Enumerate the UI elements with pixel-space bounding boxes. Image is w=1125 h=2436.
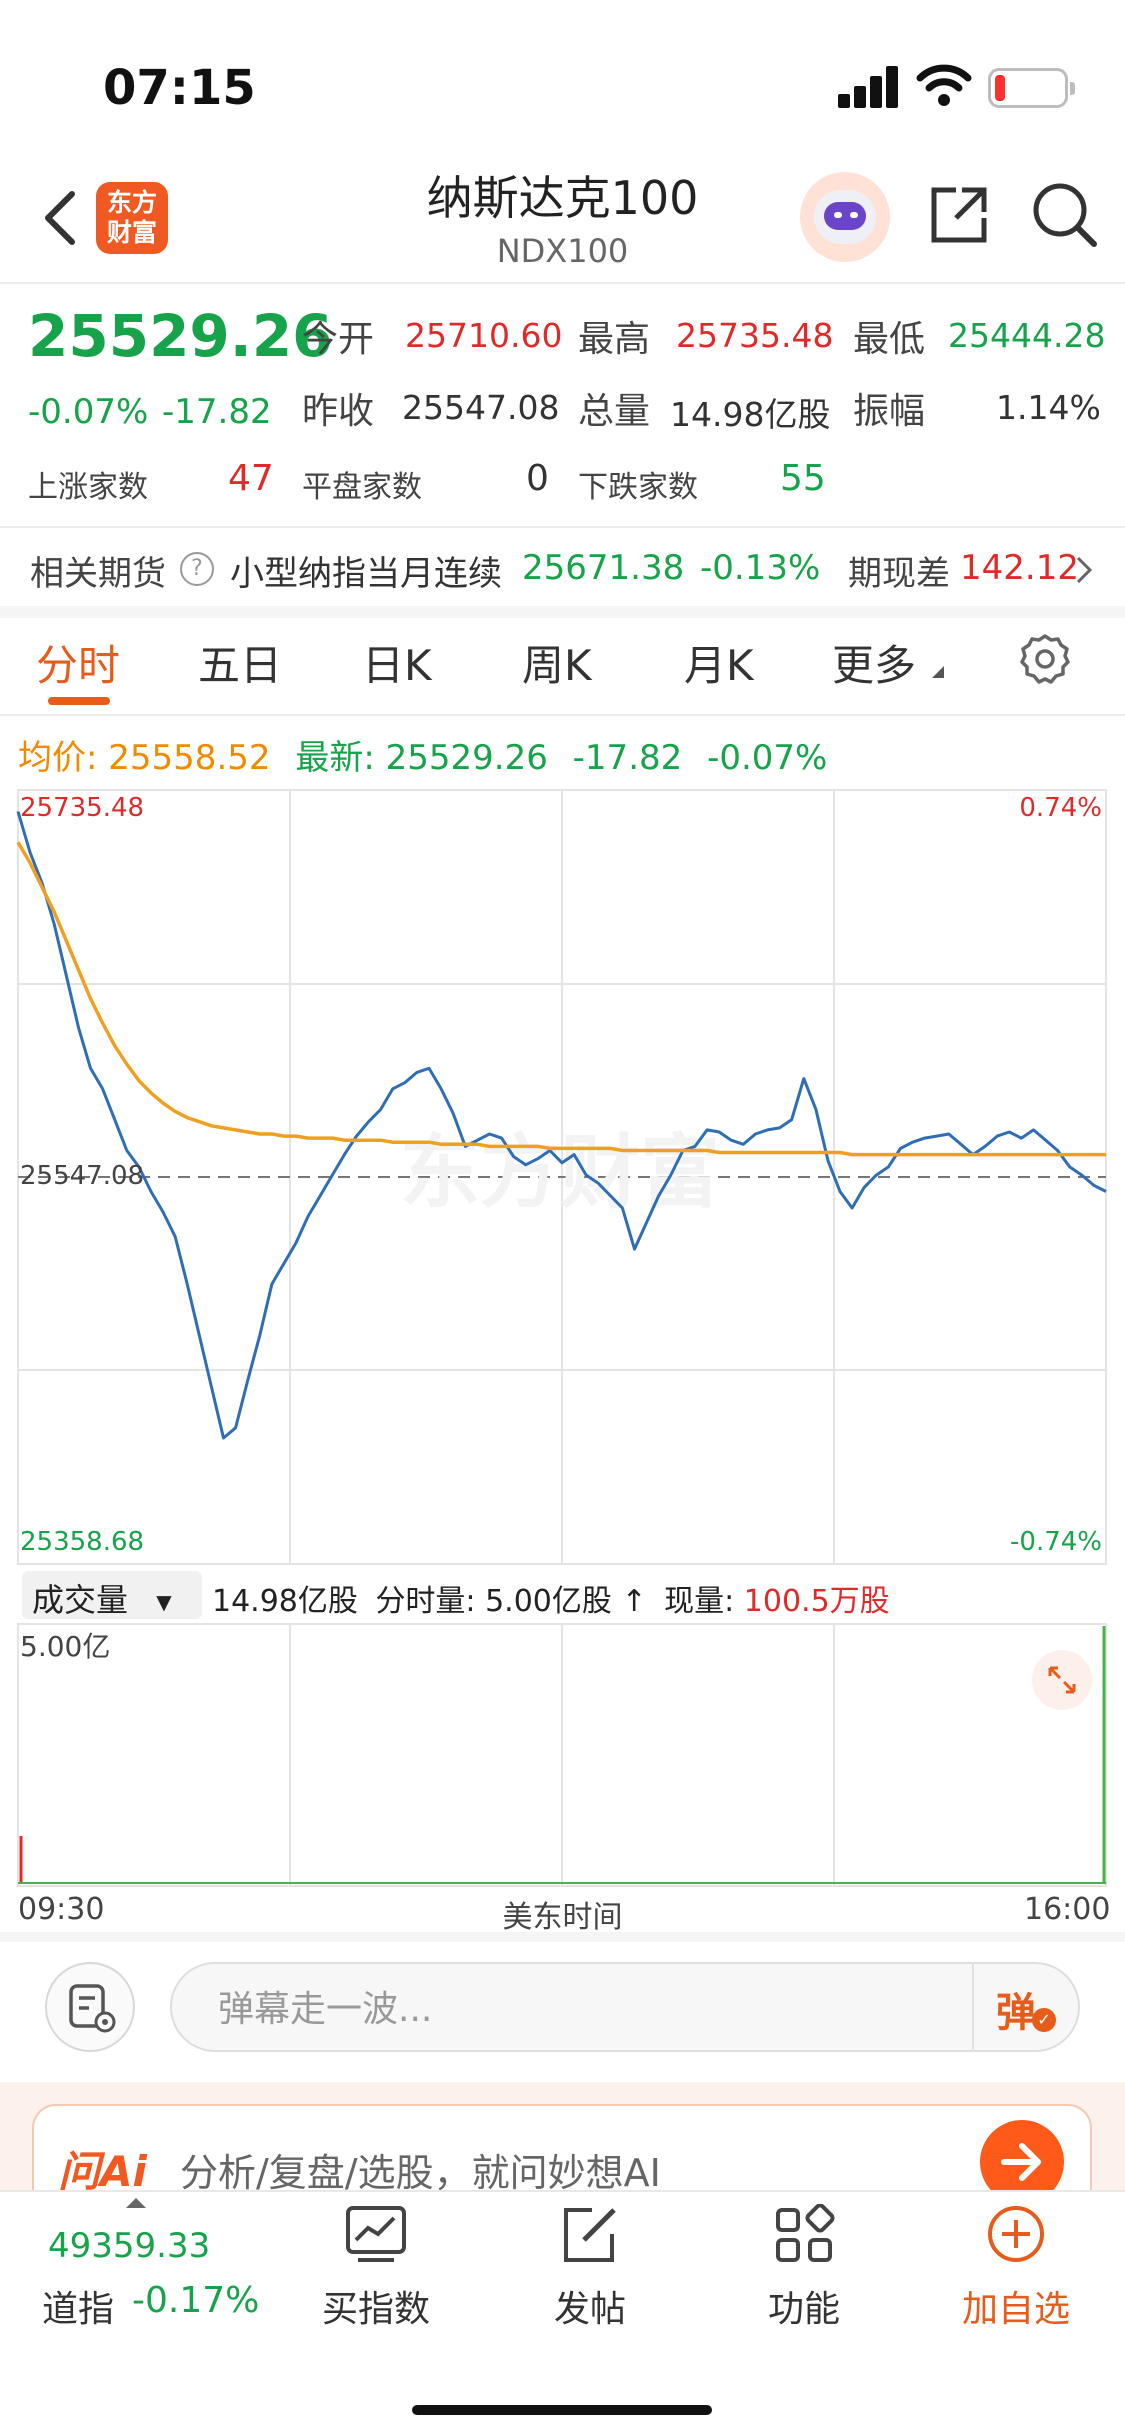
index-value: 49359.33 [48, 2226, 211, 2266]
latest-change: -17.82 [572, 738, 683, 778]
open-label: 今开 [302, 319, 375, 360]
indicator-select-label: 成交量 [32, 1581, 129, 1619]
search-icon[interactable] [1030, 180, 1100, 250]
down-count-label: 下跌家数 [578, 470, 698, 505]
y-min-label: 25358.68 [20, 1527, 144, 1557]
high-label: 最高 [578, 319, 651, 360]
comment-list-icon [69, 1984, 116, 2033]
low-value: 25444.28 [948, 316, 1106, 355]
prev-close-value: 25547.08 [402, 388, 560, 427]
up-count-label: 上涨家数 [28, 470, 148, 505]
intraday-chart[interactable]: 东方财富 25735.48 25358.68 25547.08 0.74% -0… [0, 780, 1125, 1570]
comment-list-button[interactable] [45, 1962, 135, 2052]
volume-summary: 14.98亿股 分时量: 5.00亿股 ↑ 现量: 100.5万股 [212, 1576, 890, 1620]
change-value: -17.82 [162, 392, 272, 432]
cellular-signal-icon [838, 62, 900, 108]
expand-icon[interactable] [1032, 1650, 1092, 1710]
check-badge-icon: ✓ [1032, 2008, 1056, 2032]
flat-count: 0 [526, 458, 549, 499]
latest-change-pct: -0.07% [707, 738, 828, 778]
amplitude-value: 1.14% [996, 388, 1101, 427]
nav-add-watchlist-label: 加自选 [961, 2289, 1070, 2330]
arrow-right-icon [1001, 2143, 1041, 2181]
latest-value: 25529.26 [385, 738, 548, 778]
volume-value: 14.98亿股 [670, 395, 831, 434]
futures-change-pct: -0.13% [700, 548, 821, 588]
x-axis-label: 美东时间 [502, 1900, 623, 1935]
prev-close-label: 昨收 [302, 391, 375, 432]
tab-intraday[interactable]: 分时 [36, 632, 120, 693]
grid-apps-icon [776, 2203, 835, 2262]
current-volume: 100.5万股 [743, 1584, 890, 1619]
index-change: -0.17% [132, 2280, 260, 2321]
tab-more[interactable]: 更多 [832, 632, 916, 693]
change-pct: -0.07% [28, 392, 149, 432]
caret-up-icon [126, 2198, 146, 2208]
avg-label: 均价: [18, 738, 98, 778]
ai-prompt-text: 分析/复盘/选股，就问妙想AI [180, 2151, 661, 2195]
assistant-avatar-icon[interactable] [800, 172, 890, 262]
futures-name: 小型纳指当月连续 [230, 554, 502, 594]
volume-label: 总量 [578, 391, 651, 432]
danmu-button-label: 弹 [996, 1990, 1036, 2036]
arrow-up-icon: ↑ [621, 1584, 647, 1619]
minute-volume: 5.00亿股 [485, 1584, 612, 1619]
basis-label: 期现差 [848, 554, 950, 594]
volume-grid [17, 1623, 1107, 1887]
info-icon[interactable]: ? [180, 552, 214, 586]
tab-five-day[interactable]: 五日 [198, 632, 282, 693]
share-icon[interactable] [926, 182, 992, 248]
latest-label: 最新: [295, 738, 375, 778]
tab-monthly-k[interactable]: 月K [684, 632, 754, 693]
x-end-label: 16:00 [1024, 1892, 1111, 1927]
indicator-select[interactable]: 成交量 ▼ [22, 1571, 202, 1619]
futures-price: 25671.38 [522, 548, 685, 588]
current-price: 25529.26 [28, 302, 333, 370]
avg-value: 25558.52 [108, 738, 271, 778]
low-label: 最低 [853, 319, 926, 360]
nav-functions-label: 功能 [767, 2289, 840, 2330]
futures-row[interactable]: 相关期货 ? 小型纳指当月连续 25671.38 -0.13% 期现差 142.… [0, 540, 1125, 600]
pct-bottom-label: -0.74% [1010, 1527, 1102, 1557]
chart-summary: 均价: 25558.52 最新: 25529.26 -17.82 -0.07% [18, 730, 827, 779]
danmu-input-placeholder: 弹幕走一波... [218, 1989, 433, 2030]
open-value: 25710.60 [405, 316, 563, 355]
add-circle-icon [988, 2206, 1044, 2262]
tab-underline [48, 697, 110, 705]
edit-icon [564, 2208, 616, 2262]
nav-post-label: 发帖 [553, 2289, 626, 2330]
index-ticker[interactable]: 49359.33 道指 -0.17% [28, 2196, 288, 2346]
caret-down-icon [932, 666, 944, 678]
trend-chart-icon [346, 2206, 406, 2262]
chevron-right-icon [1076, 556, 1093, 584]
index-name: 道指 [42, 2289, 115, 2330]
caret-down-icon: ▼ [156, 1590, 172, 1614]
status-time: 07:15 [103, 60, 256, 116]
pct-top-label: 0.74% [1019, 793, 1102, 823]
volume-total: 14.98亿股 [212, 1584, 358, 1619]
down-count: 55 [780, 458, 826, 499]
high-value: 25735.48 [676, 316, 834, 355]
home-indicator [412, 2405, 712, 2415]
battery-icon [988, 68, 1075, 108]
volume-chart[interactable]: 5.00亿 [0, 1622, 1125, 1892]
minute-volume-label: 分时量: [375, 1584, 476, 1619]
settings-icon[interactable] [1018, 632, 1072, 686]
amplitude-label: 振幅 [853, 391, 926, 432]
tab-daily-k[interactable]: 日K [362, 632, 432, 693]
wifi-icon [916, 64, 972, 106]
nav-buy-index-label: 买指数 [321, 2289, 430, 2330]
tab-weekly-k[interactable]: 周K [522, 632, 592, 693]
volume-max-label: 5.00亿 [20, 1630, 110, 1663]
current-volume-label: 现量: [664, 1584, 735, 1619]
danmu-button[interactable]: 弹 ✓ [972, 1962, 1080, 2052]
futures-label: 相关期货 [30, 554, 166, 594]
up-count: 47 [228, 458, 274, 499]
prev-close-value-label: 25547.08 [20, 1161, 144, 1191]
basis-value: 142.12 [960, 548, 1079, 588]
flat-count-label: 平盘家数 [302, 470, 422, 505]
y-max-label: 25735.48 [20, 793, 144, 823]
